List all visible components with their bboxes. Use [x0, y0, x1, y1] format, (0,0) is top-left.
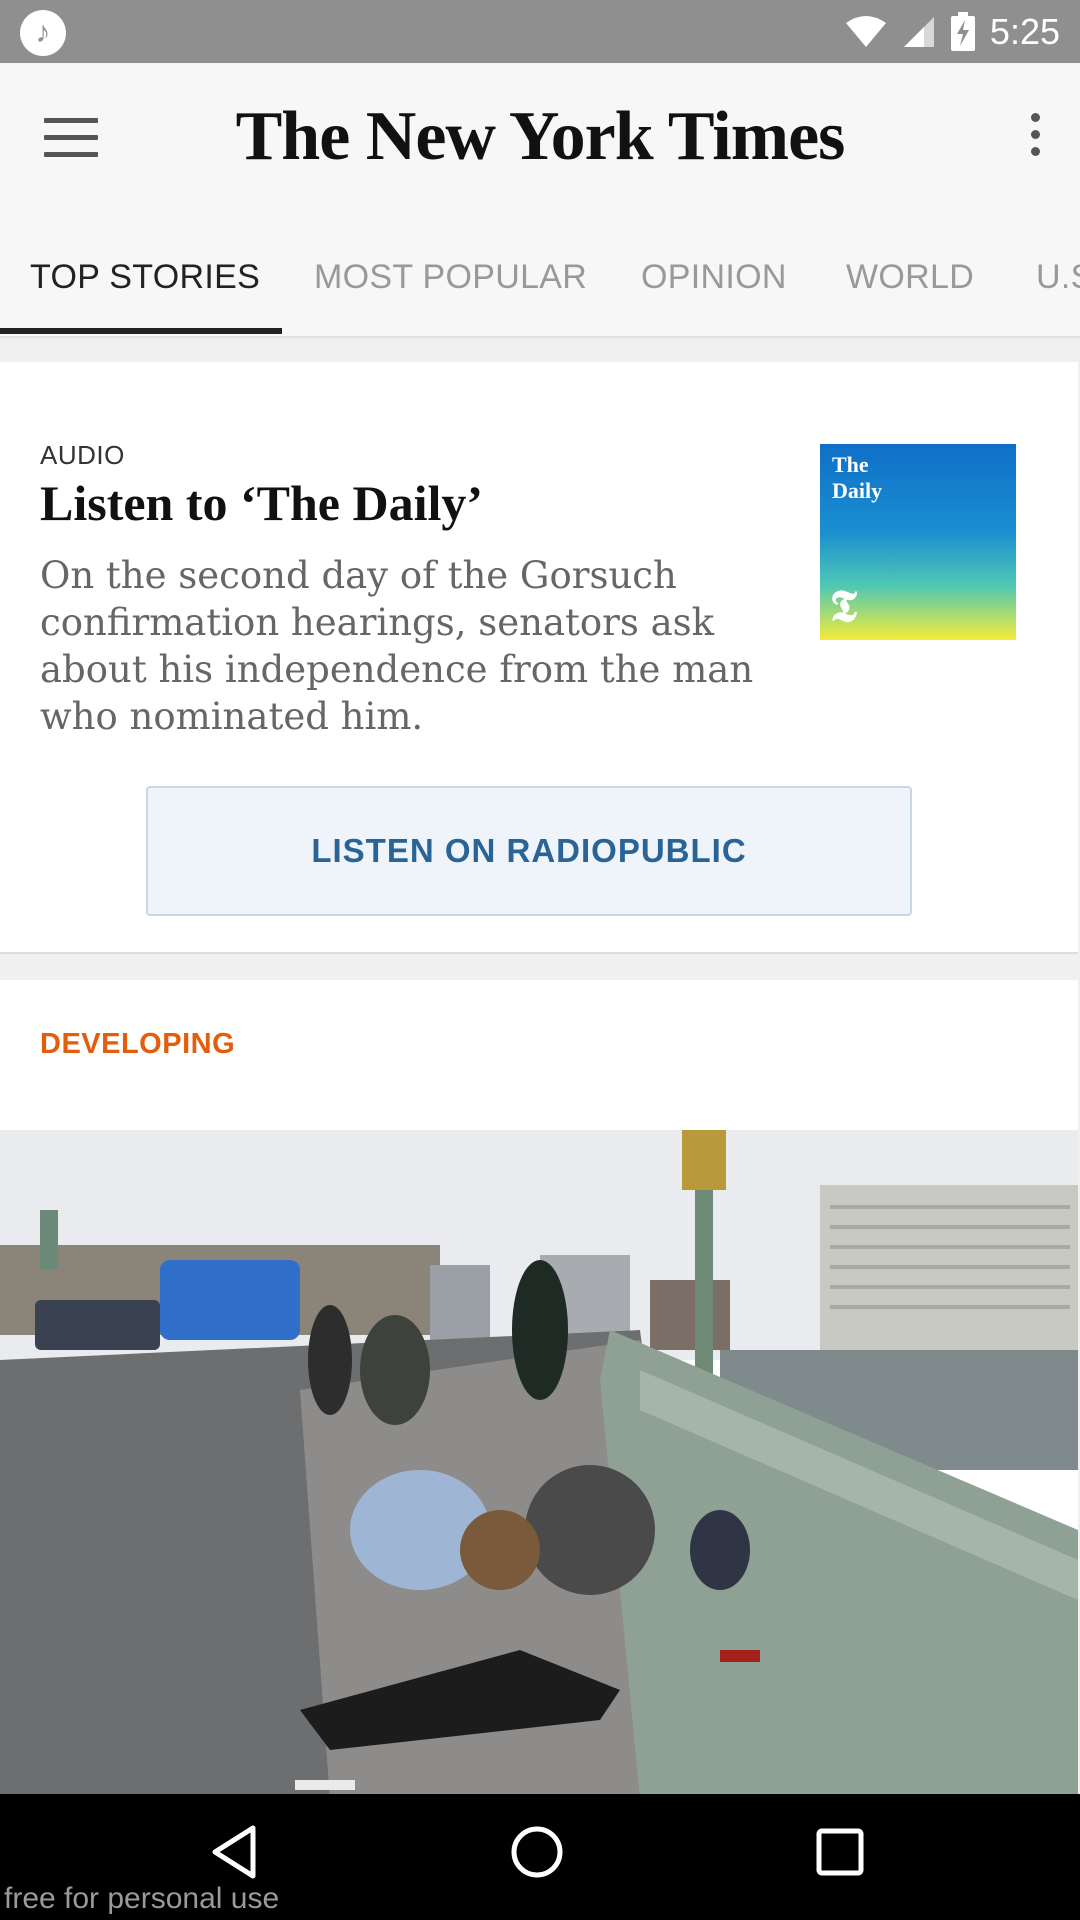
- status-icons: 5:25: [844, 0, 1060, 63]
- developing-label: DEVELOPING: [40, 1028, 236, 1060]
- app-notification-icon: ♪: [20, 10, 66, 56]
- tab-top-stories[interactable]: TOP STORIES: [30, 258, 260, 297]
- section-tabs: TOP STORIES MOST POPULAR OPINION WORLD U…: [0, 208, 1080, 338]
- more-vert-icon[interactable]: [1024, 113, 1046, 163]
- status-time: 5:25: [989, 10, 1060, 52]
- tab-us[interactable]: U.S.: [1036, 258, 1080, 297]
- story-kicker: AUDIO: [40, 440, 125, 470]
- nyt-logo: The New York Times: [235, 98, 846, 175]
- tab-opinion[interactable]: OPINION: [641, 258, 787, 297]
- bridge-scene-image: [0, 1130, 1078, 1794]
- the-daily-thumbnail[interactable]: The Daily 𝕿: [820, 444, 1016, 640]
- home-icon[interactable]: [507, 1822, 567, 1882]
- back-icon[interactable]: [205, 1822, 265, 1882]
- audio-story-card[interactable]: AUDIO Listen to ‘The Daily’ On the secon…: [0, 362, 1078, 954]
- app-bar: The New York Times: [0, 63, 1080, 208]
- cell-signal-icon: [903, 16, 934, 47]
- story-summary: On the second day of the Gorsuch confirm…: [40, 554, 754, 738]
- thumbnail-title: The Daily: [832, 452, 883, 503]
- watermark-text: free for personal use: [4, 1882, 280, 1915]
- listen-on-radiopublic-button[interactable]: LISTEN ON RADIOPUBLIC: [146, 786, 912, 916]
- tab-most-popular[interactable]: MOST POPULAR: [314, 258, 587, 297]
- battery-charging-icon: [950, 11, 975, 51]
- status-bar: ♪ 5:25: [0, 0, 1080, 63]
- story-headline[interactable]: Listen to ‘The Daily’: [40, 474, 483, 532]
- developing-story-card[interactable]: DEVELOPING: [0, 980, 1078, 1794]
- story-photo[interactable]: [0, 1130, 1078, 1794]
- recents-icon[interactable]: [810, 1822, 870, 1882]
- wifi-icon: [845, 15, 886, 47]
- story-feed[interactable]: AUDIO Listen to ‘The Daily’ On the secon…: [0, 338, 1080, 1794]
- active-tab-indicator: [0, 328, 282, 334]
- tab-world[interactable]: WORLD: [846, 258, 974, 297]
- nyt-t-logo-icon: 𝕿: [830, 582, 858, 631]
